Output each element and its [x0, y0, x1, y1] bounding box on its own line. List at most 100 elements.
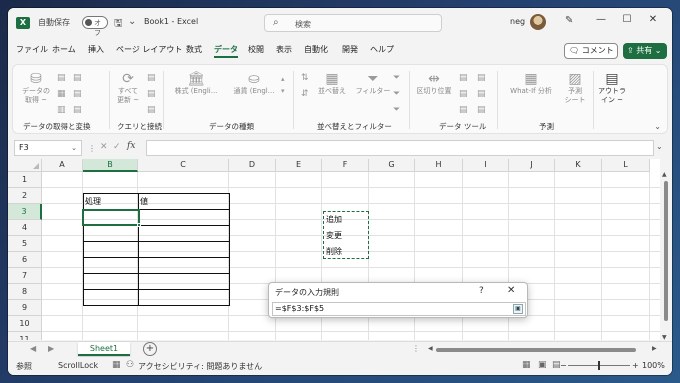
tab-home[interactable]: ホーム — [52, 44, 76, 55]
column-header-e[interactable]: E — [276, 159, 322, 172]
row-header-1[interactable]: 1 — [8, 172, 42, 188]
row-header-7[interactable]: 7 — [8, 268, 42, 284]
column-header-a[interactable]: A — [42, 159, 83, 172]
from-picture-icon[interactable]: ▤ — [73, 105, 82, 115]
reapply-filter-icon[interactable]: ⏷ — [393, 89, 400, 99]
web-icon[interactable]: ▦ — [57, 89, 66, 99]
tab-view[interactable]: 表示 — [276, 44, 292, 55]
outline-button[interactable]: ▤ アウトラ イン ~ — [597, 71, 627, 105]
more-dots-icon[interactable]: ⋮ — [412, 344, 420, 353]
tab-automate[interactable]: 自動化 — [304, 44, 328, 55]
get-data-button[interactable]: ⛁ データの 取得 ~ — [21, 71, 51, 105]
recent-sources-icon[interactable]: ▤ — [73, 73, 82, 83]
dialog-close-button[interactable]: ✕ — [507, 285, 515, 296]
manage-data-model-icon[interactable]: ▤ — [477, 105, 486, 115]
zoom-out-button[interactable]: − — [560, 361, 567, 370]
cancel-icon[interactable]: ✕ — [100, 142, 108, 152]
scroll-right-icon[interactable]: ▶ — [652, 345, 657, 352]
horizontal-scrollbar[interactable]: ◀ ▶ — [428, 345, 660, 354]
chevron-down-icon[interactable]: ⌄ — [128, 16, 136, 27]
column-header-h[interactable]: H — [415, 159, 463, 172]
scroll-down-icon[interactable]: ▾ — [281, 87, 285, 95]
accessibility-icon[interactable]: ⚇ — [126, 360, 134, 370]
tab-insert[interactable]: 挿入 — [88, 44, 104, 55]
search-box[interactable]: ⌕ 検索 — [264, 14, 442, 32]
tab-developer[interactable]: 開発 — [342, 44, 358, 55]
status-accessibility[interactable]: アクセシビリティ: 問題ありません — [138, 361, 262, 372]
column-header-l[interactable]: L — [602, 159, 650, 172]
row-header-6[interactable]: 6 — [8, 252, 42, 268]
column-header-i[interactable]: I — [463, 159, 509, 172]
clear-filter-icon[interactable]: ⏷ — [393, 73, 400, 83]
autosave-toggle[interactable]: オフ — [82, 16, 108, 37]
sort-desc-icon[interactable]: ⇵ — [301, 89, 309, 99]
properties-icon[interactable]: ▤ — [147, 89, 156, 99]
add-sheet-button[interactable]: + — [143, 342, 157, 356]
column-header-b[interactable]: B — [83, 159, 138, 172]
pen-icon[interactable]: ✎ — [565, 15, 573, 26]
queries-icon[interactable]: ▤ — [147, 73, 156, 83]
maximize-button[interactable]: ☐ — [618, 14, 636, 25]
normal-view-icon[interactable]: ▦ — [522, 360, 531, 370]
forecast-sheet-button[interactable]: ▨ 予測 シート — [561, 71, 589, 105]
column-header-k[interactable]: K — [555, 159, 602, 172]
row-header-8[interactable]: 8 — [8, 284, 42, 300]
row-header-10[interactable]: 10 — [8, 316, 42, 332]
scroll-up-icon[interactable]: ▲ — [662, 171, 667, 178]
scroll-up-icon[interactable]: ▴ — [281, 75, 285, 83]
relationships-icon[interactable]: ▤ — [477, 89, 486, 99]
column-header-g[interactable]: G — [369, 159, 415, 172]
more-dots-icon[interactable]: ⋮ — [88, 144, 96, 153]
fill-handle[interactable] — [137, 223, 141, 227]
save-icon[interactable]: 🖫 — [114, 16, 123, 33]
what-if-button[interactable]: ▦ What-If 分析 — [503, 71, 559, 96]
zoom-in-button[interactable]: + — [632, 361, 639, 370]
vertical-scrollbar[interactable]: ▲ ▼ — [662, 171, 670, 341]
tab-review[interactable]: 校閲 — [248, 44, 264, 55]
column-header-j[interactable]: J — [509, 159, 555, 172]
currency-button[interactable]: ⛀ 通貨 (Engl... — [227, 71, 281, 96]
column-header-d[interactable]: D — [229, 159, 276, 172]
zoom-slider-thumb[interactable] — [598, 361, 600, 370]
stocks-button[interactable]: 🏛 株式 (Engli... — [169, 71, 223, 96]
sheet-tab-sheet1[interactable]: Sheet1 — [78, 342, 130, 356]
page-layout-view-icon[interactable]: ▣ — [538, 360, 547, 370]
expand-dialog-icon[interactable]: ▣ — [513, 304, 523, 314]
insert-function-icon[interactable]: fx — [127, 141, 135, 151]
edit-links-icon[interactable]: ▤ — [147, 105, 156, 115]
tab-help[interactable]: ヘルプ — [370, 44, 394, 55]
data-validation-icon[interactable]: ▤ — [459, 105, 468, 115]
name-box[interactable]: F3 ⌄ — [14, 140, 82, 156]
chevron-down-icon[interactable]: ⌄ — [71, 141, 77, 155]
tab-formulas[interactable]: 数式 — [186, 44, 202, 55]
close-button[interactable]: ✕ — [644, 14, 662, 25]
refresh-all-button[interactable]: ⟳ すべて 更新 ~ — [113, 71, 143, 105]
text-csv-icon[interactable]: ▤ — [57, 73, 66, 83]
minimize-button[interactable]: — — [592, 14, 610, 25]
flash-fill-icon[interactable]: ▤ — [459, 73, 468, 83]
expand-formula-icon[interactable]: ⌄ — [656, 142, 663, 151]
column-header-c[interactable]: C — [138, 159, 229, 172]
row-header-5[interactable]: 5 — [8, 236, 42, 252]
help-button[interactable]: ? — [479, 286, 484, 296]
select-all-corner[interactable] — [8, 159, 42, 172]
text-to-columns-button[interactable]: ⇹ 区切り位置 — [413, 71, 455, 96]
share-button[interactable]: ⇪ 共有 ⌄ — [623, 43, 667, 59]
scroll-thumb[interactable] — [664, 181, 668, 321]
enter-icon[interactable]: ✓ — [113, 142, 121, 152]
consolidate-icon[interactable]: ▤ — [477, 73, 486, 83]
next-sheet-icon[interactable]: ▶ — [48, 344, 54, 353]
sort-asc-icon[interactable]: ⇅ — [301, 73, 309, 83]
tab-data[interactable]: データ — [214, 44, 238, 58]
tab-file[interactable]: ファイル — [16, 44, 48, 55]
row-header-2[interactable]: 2 — [8, 188, 42, 204]
tab-page-layout[interactable]: ページ レイアウト — [116, 44, 182, 55]
range-input[interactable]: =$F$3:$F$5 ▣ — [272, 302, 526, 316]
row-header-3[interactable]: 3 — [8, 204, 42, 220]
macro-record-icon[interactable]: ▦ — [112, 360, 121, 370]
advanced-filter-icon[interactable]: ⏷ — [393, 105, 400, 115]
filter-button[interactable]: ⏷ フィルター — [355, 71, 391, 96]
row-header-4[interactable]: 4 — [8, 220, 42, 236]
status-scroll-lock[interactable]: ScrollLock — [58, 361, 98, 370]
comment-button[interactable]: 🗨 コメント — [564, 43, 618, 59]
